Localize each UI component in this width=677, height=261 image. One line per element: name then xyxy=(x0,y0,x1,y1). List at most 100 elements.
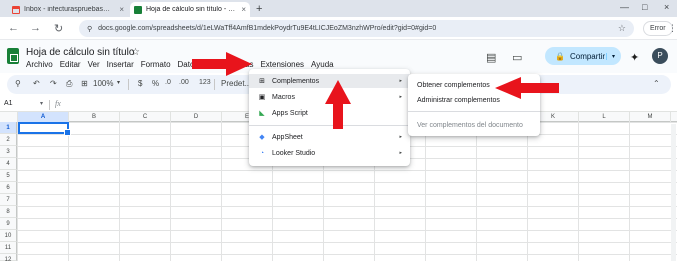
row-header-7[interactable]: 7 xyxy=(0,194,17,206)
zoom-select[interactable]: 100% xyxy=(93,79,113,88)
undo-icon[interactable]: ↶ xyxy=(33,79,40,88)
column-header-l[interactable]: L xyxy=(579,112,630,122)
forward-icon[interactable]: → xyxy=(30,22,41,34)
column-header-b[interactable]: B xyxy=(69,112,120,122)
menu-item-label: Administrar complementos xyxy=(417,96,500,104)
chevron-down-icon[interactable]: ▾ xyxy=(117,79,120,86)
close-tab-icon[interactable]: × xyxy=(241,5,246,14)
chevron-down-icon[interactable]: ▾ xyxy=(40,100,43,107)
menu-item-looker-studio[interactable]: ◔ Looker Studio ▸ xyxy=(249,146,410,160)
menu-item-obtener-complementos[interactable]: Obtener complementos xyxy=(408,78,540,92)
row-header-10[interactable]: 10 xyxy=(0,230,17,242)
minimize-icon[interactable]: — xyxy=(620,2,629,12)
print-icon[interactable]: ⎙ xyxy=(66,79,72,89)
increase-decimals-button[interactable]: .00 xyxy=(179,79,189,86)
menu-bar: Archivo Editar Ver Insertar Formato Dato… xyxy=(26,60,334,69)
address-bar-row: ← → ↻ ⚲ docs.google.com/spreadsheets/d/1… xyxy=(0,17,677,40)
menu-datos[interactable]: Datos xyxy=(178,60,199,69)
browser-tab-sheets[interactable]: Hoja de cálculo sin título - Hojas de cá… xyxy=(130,2,250,17)
back-icon[interactable]: ← xyxy=(8,22,19,34)
sheets-icon xyxy=(134,5,142,14)
extensions-menu: ⊞ Complementos ▸ ▣ Macros ▸ ◣ Apps Scrip… xyxy=(249,69,410,166)
menu-item-complementos[interactable]: ⊞ Complementos ▸ xyxy=(249,74,410,88)
meet-icon[interactable]: ▭ xyxy=(512,51,522,64)
new-tab-button[interactable]: + xyxy=(256,3,262,15)
browser-tab-strip: Inbox - infecturaspruebas@gmail.com × Ho… xyxy=(0,0,677,17)
site-info-icon[interactable]: ⚲ xyxy=(87,25,92,33)
star-icon[interactable]: ☆ xyxy=(131,47,140,58)
paint-format-icon[interactable]: ⊞ xyxy=(81,79,88,88)
menu-item-label: Complementos xyxy=(272,77,320,85)
row-header-2[interactable]: 2 xyxy=(0,134,17,146)
sheets-logo-icon[interactable] xyxy=(7,48,19,64)
addons-submenu: Obtener complementos Administrar complem… xyxy=(408,74,540,136)
redo-icon[interactable]: ↷ xyxy=(50,79,57,88)
menu-item-label: Macros xyxy=(272,93,295,101)
close-tab-icon[interactable]: × xyxy=(119,5,124,14)
toolbar-divider xyxy=(214,79,215,90)
menu-insertar[interactable]: Insertar xyxy=(107,60,134,69)
row-header-12[interactable]: 12 xyxy=(0,254,17,261)
comments-icon[interactable]: ▤ xyxy=(486,51,496,64)
share-button[interactable]: 🔒 Compartir ▾ xyxy=(545,47,621,65)
collapse-toolbar-icon[interactable]: ⌃ xyxy=(653,79,660,88)
percent-format-button[interactable]: % xyxy=(152,79,159,88)
menu-extensiones[interactable]: Extensiones xyxy=(260,60,304,69)
menu-ver[interactable]: Ver xyxy=(88,60,100,69)
share-label: Compartir xyxy=(569,51,606,61)
name-box[interactable]: A1 xyxy=(4,100,13,107)
menu-herramientas[interactable]: Herramientas xyxy=(205,60,253,69)
appsheet-icon: ◆ xyxy=(259,134,265,141)
menu-item-administrar-complementos[interactable]: Administrar complementos xyxy=(408,93,540,107)
column-header-m[interactable]: M xyxy=(630,112,671,122)
row-header-11[interactable]: 11 xyxy=(0,242,17,254)
menu-item-label: Looker Studio xyxy=(272,149,316,157)
close-window-icon[interactable]: × xyxy=(664,2,669,12)
gmail-icon xyxy=(12,5,20,14)
reload-icon[interactable]: ↻ xyxy=(54,22,63,35)
column-header-a[interactable]: A xyxy=(18,112,69,122)
select-all-corner[interactable] xyxy=(0,112,18,122)
submenu-arrow-icon: ▸ xyxy=(399,78,402,84)
maximize-icon[interactable]: □ xyxy=(642,2,647,12)
number-format-button[interactable]: 123 xyxy=(199,79,211,86)
gemini-icon[interactable]: ✦ xyxy=(630,51,639,64)
menu-item-label: Apps Script xyxy=(272,109,308,117)
column-header-c[interactable]: C xyxy=(120,112,171,122)
lock-icon: 🔒 xyxy=(555,51,565,61)
menu-item-ver-complementos-documento: Ver complementos del documento xyxy=(408,118,540,132)
row-header-9[interactable]: 9 xyxy=(0,218,17,230)
browser-tab-gmail[interactable]: Inbox - infecturaspruebas@gmail.com × xyxy=(8,2,128,17)
url-field[interactable]: ⚲ docs.google.com/spreadsheets/d/1eLWaTf… xyxy=(79,20,634,37)
row-header-1[interactable]: 1 xyxy=(0,122,17,134)
macros-icon: ▣ xyxy=(258,94,266,101)
decrease-decimals-button[interactable]: .0 xyxy=(165,79,171,86)
browser-menu-icon[interactable]: ⋮ xyxy=(668,23,677,34)
currency-format-button[interactable]: $ xyxy=(138,79,142,88)
active-cell-a1[interactable] xyxy=(18,122,71,136)
menu-formato[interactable]: Formato xyxy=(141,60,171,69)
menu-editar[interactable]: Editar xyxy=(60,60,81,69)
menu-item-macros[interactable]: ▣ Macros ▸ xyxy=(249,90,410,104)
menu-item-apps-script[interactable]: ◣ Apps Script xyxy=(249,106,410,120)
menu-ayuda[interactable]: Ayuda xyxy=(311,60,334,69)
menu-divider xyxy=(408,111,540,112)
vertical-scrollbar[interactable] xyxy=(671,124,676,261)
row-header-6[interactable]: 6 xyxy=(0,182,17,194)
formula-divider xyxy=(49,100,50,110)
menu-item-label: Obtener complementos xyxy=(417,81,490,89)
menu-archivo[interactable]: Archivo xyxy=(26,60,53,69)
column-header-d[interactable]: D xyxy=(171,112,222,122)
font-select[interactable]: Predet... xyxy=(221,79,251,88)
row-header-3[interactable]: 3 xyxy=(0,146,17,158)
row-header-8[interactable]: 8 xyxy=(0,206,17,218)
search-menus-icon[interactable]: ⚲ xyxy=(15,79,21,88)
menu-item-appsheet[interactable]: ◆ AppSheet ▸ xyxy=(249,130,410,144)
avatar[interactable]: P xyxy=(652,48,668,64)
bookmark-star-icon[interactable]: ☆ xyxy=(618,23,626,34)
row-header-4[interactable]: 4 xyxy=(0,158,17,170)
submenu-arrow-icon: ▸ xyxy=(399,150,402,156)
document-title[interactable]: Hoja de cálculo sin título xyxy=(26,47,134,58)
row-header-5[interactable]: 5 xyxy=(0,170,17,182)
share-options-icon[interactable]: ▾ xyxy=(605,52,615,60)
